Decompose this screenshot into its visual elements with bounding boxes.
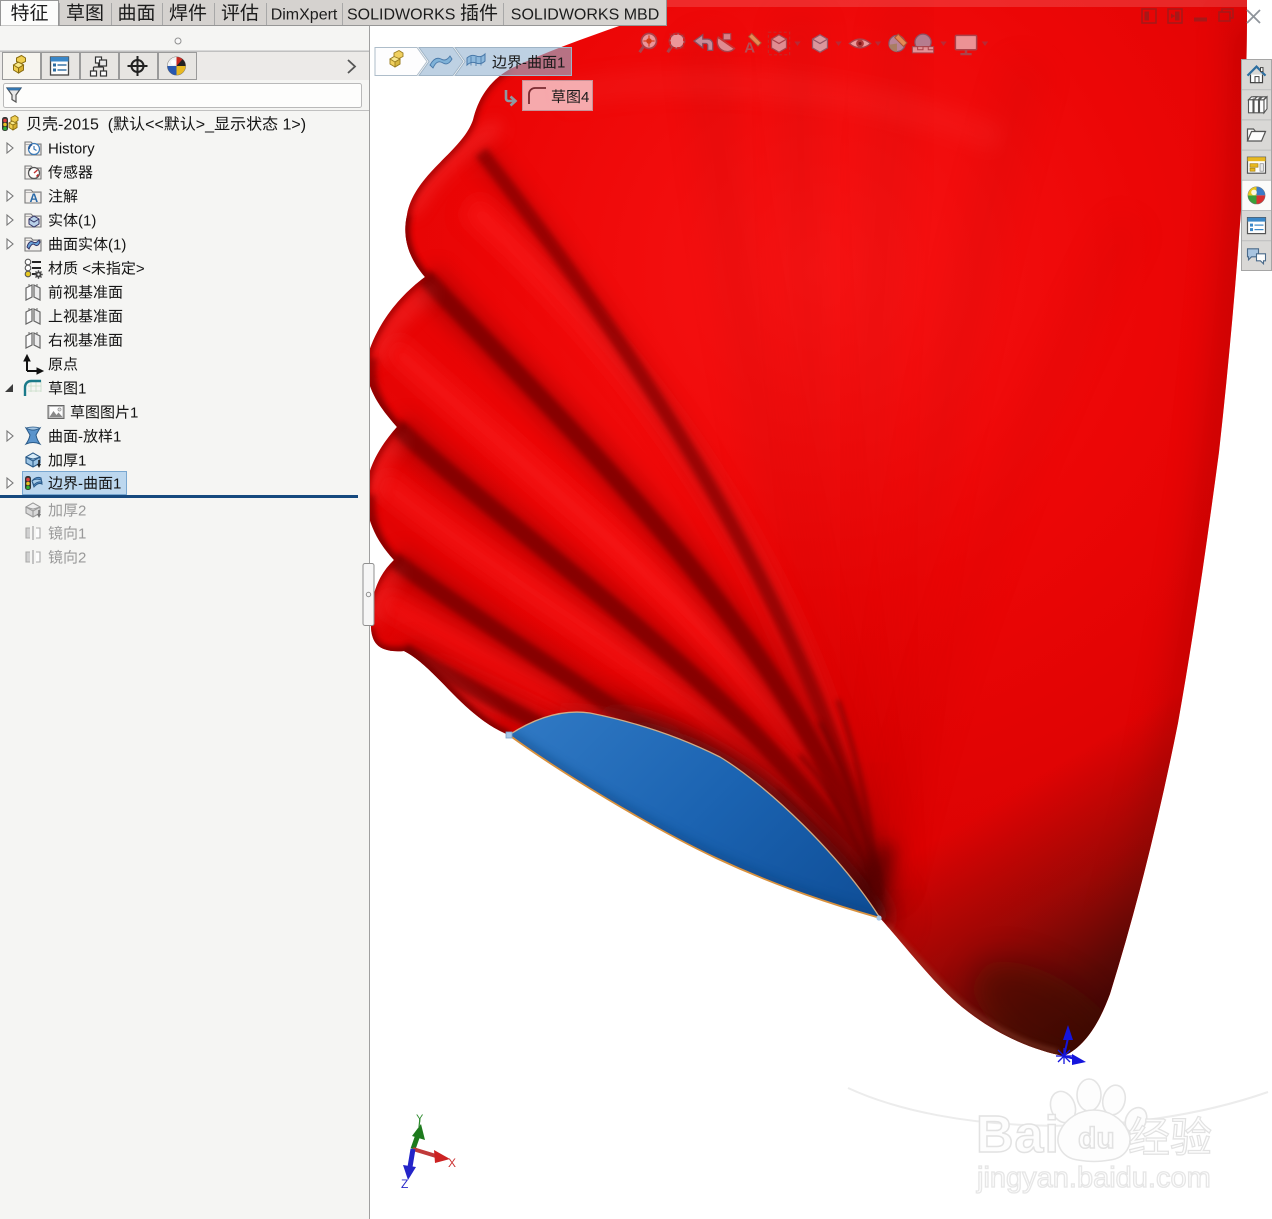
svg-text:1: 1	[130, 405, 138, 422]
svg-text:MBD: MBD	[624, 7, 660, 24]
svg-text:(1): (1)	[78, 213, 96, 230]
svg-text:(1): (1)	[108, 237, 126, 254]
svg-text:(: (	[108, 117, 114, 134]
svg-text:2: 2	[78, 550, 86, 567]
svg-text:-: -	[78, 429, 83, 446]
svg-text:Y: Y	[416, 1113, 424, 1125]
svg-text:du: du	[1078, 1122, 1115, 1155]
svg-text:1>): 1>)	[283, 117, 307, 134]
svg-text:SOLIDWORKS: SOLIDWORKS	[511, 7, 619, 24]
svg-text:1: 1	[78, 381, 86, 398]
svg-text:-: -	[78, 476, 83, 493]
svg-text:X: X	[448, 1156, 456, 1170]
svg-text:1: 1	[113, 429, 121, 446]
svg-text:>: >	[136, 261, 145, 278]
svg-text:4: 4	[581, 89, 589, 106]
svg-text:1: 1	[557, 55, 565, 72]
svg-text:>_: >_	[196, 117, 215, 134]
svg-text:<<: <<	[145, 117, 164, 134]
svg-text:Z: Z	[401, 1177, 408, 1191]
svg-text:-: -	[522, 55, 527, 72]
svg-text:SOLIDWORKS: SOLIDWORKS	[347, 7, 455, 24]
svg-text:1: 1	[78, 453, 86, 470]
svg-text:<: <	[82, 261, 91, 278]
svg-text:A: A	[30, 191, 39, 205]
svg-text:1: 1	[78, 526, 86, 543]
svg-text:2: 2	[78, 503, 86, 520]
svg-text:History: History	[48, 141, 95, 158]
svg-text:jingyan.baidu.com: jingyan.baidu.com	[976, 1162, 1211, 1194]
svg-text:-2015: -2015	[58, 117, 99, 134]
svg-text:Bai: Bai	[976, 1106, 1060, 1164]
svg-text:DimXpert: DimXpert	[271, 7, 338, 24]
svg-text:1: 1	[113, 476, 121, 493]
